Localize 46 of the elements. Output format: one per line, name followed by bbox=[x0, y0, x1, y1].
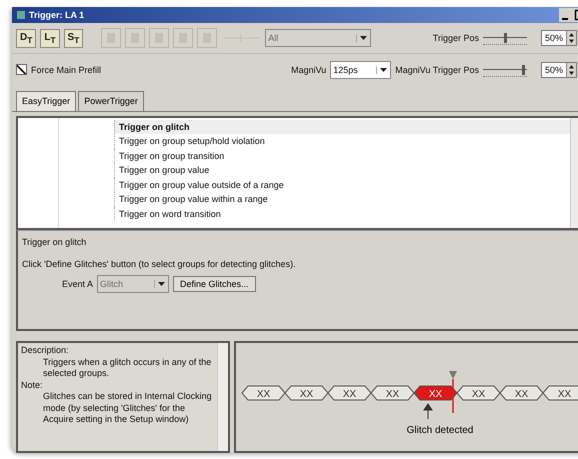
app-icon bbox=[16, 10, 26, 20]
glitch-caption: Glitch detected bbox=[406, 425, 474, 436]
checkbox[interactable] bbox=[16, 64, 27, 76]
bus-segment: XX bbox=[284, 386, 329, 400]
trigger-marker bbox=[449, 371, 457, 413]
description-heading: Description: bbox=[21, 345, 70, 356]
tab[interactable]: PowerTrigger bbox=[78, 90, 144, 111]
bus-segment: XX bbox=[327, 386, 372, 400]
slider-thumb[interactable] bbox=[522, 64, 525, 75]
description-heading: Note: bbox=[21, 380, 44, 391]
description-text: Triggers when a glitch occurs in any of the selected groups. bbox=[42, 356, 212, 380]
force-main-prefill-label: Force Main Prefill bbox=[31, 64, 102, 75]
bus-segment: XX bbox=[499, 386, 544, 400]
trigger-pos-label: Trigger Pos bbox=[432, 33, 479, 44]
trigger-pos-slider[interactable] bbox=[482, 31, 527, 46]
tab[interactable]: EasyTrigger bbox=[16, 90, 76, 111]
slider-thumb[interactable] bbox=[504, 33, 507, 44]
magnivu-dropdown[interactable]: 125ps bbox=[330, 60, 392, 79]
spin-arrows-icon[interactable] bbox=[566, 31, 576, 46]
bus-segment: XX bbox=[370, 386, 415, 400]
toolbar-button[interactable]: D$_{T}$ bbox=[16, 28, 36, 48]
scrollbar[interactable] bbox=[217, 343, 228, 451]
description-text: Glitches can be stored in Internal Clocking mode (by selecting 'Glitches' for the Acquire setting in the Setup window) bbox=[42, 391, 213, 426]
magnivu-trigger-pos-spinbox[interactable]: 50% bbox=[540, 62, 577, 78]
settings-title: Trigger on glitch bbox=[22, 236, 88, 247]
toolbar-button[interactable]: S$_{T}$ bbox=[64, 28, 84, 48]
dropdown-arrow-icon bbox=[376, 66, 388, 74]
bus-segment: XX bbox=[241, 386, 286, 400]
bus-segment: XX bbox=[542, 386, 578, 400]
scrollbar[interactable] bbox=[570, 118, 578, 228]
magnivu-label: MagniVu bbox=[291, 64, 326, 75]
window-title: Trigger: LA 1 bbox=[29, 10, 84, 20]
toolbar-button[interactable]: L$_{T}$ bbox=[40, 28, 60, 48]
event-label: Event A bbox=[62, 278, 94, 289]
bus-segment: XX bbox=[456, 386, 501, 400]
dropdown-arrow-icon bbox=[356, 34, 368, 42]
trigger-pos-spinbox[interactable]: 50% bbox=[540, 30, 577, 46]
define-glitches-button[interactable]: Define Glitches... bbox=[173, 276, 256, 292]
bus-segment: XX bbox=[413, 386, 458, 400]
magnivu-trigger-pos-label: MagniVu Trigger Pos bbox=[395, 64, 479, 75]
magnivu-trigger-pos-slider[interactable] bbox=[482, 62, 527, 77]
dropdown-arrow-icon bbox=[154, 280, 166, 288]
instruction-text: Click 'Define Glitches' button (to select groups for detecting glitches). bbox=[22, 258, 297, 269]
trigger-list-item[interactable]: Trigger on glitch bbox=[114, 120, 570, 134]
spin-arrows-icon[interactable] bbox=[566, 62, 576, 77]
arrow-icon bbox=[423, 404, 432, 420]
